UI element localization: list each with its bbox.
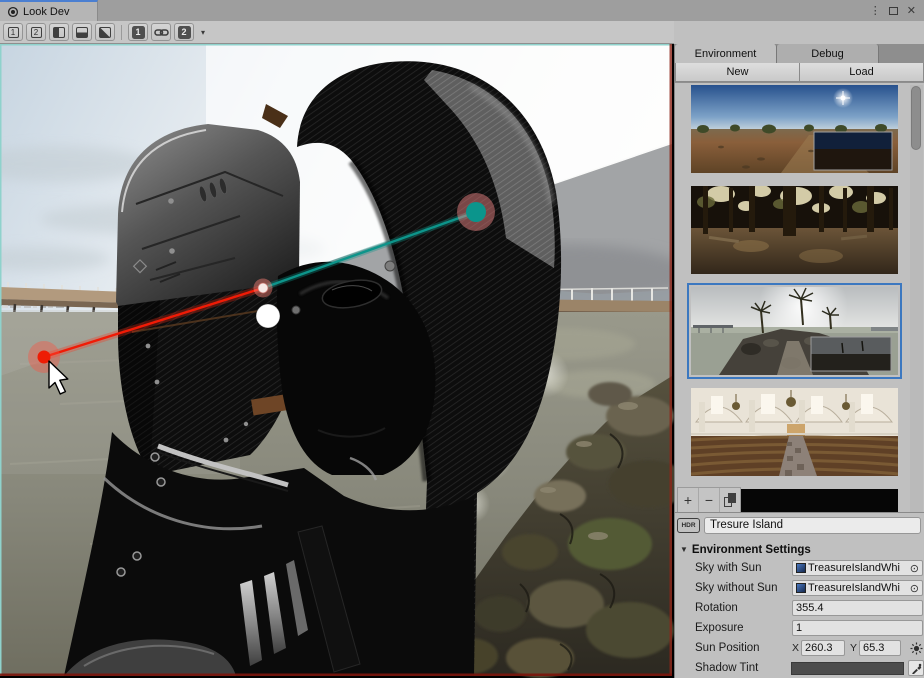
maximize-icon[interactable] <box>889 7 898 15</box>
foldout-triangle-icon: ▼ <box>680 545 688 554</box>
hdri-list: + − <box>675 83 924 513</box>
environment-name-row: HDR Tresure Island <box>675 513 924 538</box>
eyedropper-button[interactable] <box>908 660 924 676</box>
hdri-thumbnail-sunny-field[interactable] <box>691 85 898 173</box>
view-side-by-side-button[interactable] <box>49 23 69 41</box>
camera1-icon: 1 <box>132 26 145 39</box>
load-button[interactable]: Load <box>800 63 924 81</box>
single1-icon: 1 <box>8 27 19 38</box>
sun-position-y-field[interactable]: 65.3 <box>859 640 901 656</box>
x-axis-label: X <box>792 642 801 654</box>
white-sphere-gizmo[interactable] <box>256 304 280 328</box>
tab-look-dev[interactable]: Look Dev <box>0 0 98 21</box>
environment-panel: Environment Debug New Load <box>674 44 924 678</box>
lookdev-viewport[interactable] <box>0 44 674 678</box>
link-icon <box>154 27 169 38</box>
viewport-border-top <box>0 44 672 46</box>
titlebar: Look Dev ⋮ ✕ <box>0 0 924 21</box>
thumbnail-inset <box>811 337 891 371</box>
panel-tabs: Environment Debug <box>675 44 924 63</box>
texture-icon <box>796 583 806 593</box>
duplicate-environment-button[interactable] <box>720 488 740 512</box>
duplicate-icon <box>724 493 736 507</box>
hdri-list-toolbar: + − <box>677 487 741 512</box>
object-picker-icon[interactable]: ⊙ <box>910 582 919 595</box>
environment-settings: ▼ Environment Settings Sky with Sun Trea… <box>675 538 924 678</box>
scrollbar-thumb[interactable] <box>911 86 921 150</box>
window-controls: ⋮ ✕ <box>870 0 924 21</box>
toolbar-separator <box>121 25 122 40</box>
sky-with-sun-field[interactable]: TreasureIslandWhi ⊙ <box>792 560 923 576</box>
rotation-field[interactable]: 355.4 <box>792 600 923 616</box>
window-menu-icon[interactable]: ⋮ <box>870 4 880 17</box>
environment-settings-header[interactable]: ▼ Environment Settings <box>675 541 924 558</box>
hdri-thumbnail-forest[interactable] <box>691 186 898 274</box>
hdr-badge-icon: HDR <box>677 518 700 533</box>
thumbnail-inset <box>814 132 892 170</box>
eyedropper-icon <box>911 663 922 674</box>
object-picker-icon[interactable]: ⊙ <box>910 562 919 575</box>
sun-icon <box>910 642 923 655</box>
link-cameras-button[interactable] <box>151 23 171 41</box>
new-button[interactable]: New <box>675 63 800 81</box>
hdri-thumbnail-church-interior[interactable] <box>691 388 898 476</box>
sun-position-x-field[interactable]: 260.3 <box>801 640 845 656</box>
exposure-row: Exposure 1 <box>675 618 924 638</box>
view-single1-button[interactable]: 1 <box>3 23 23 41</box>
rotation-row: Rotation 355.4 <box>675 598 924 618</box>
split-diagonal-icon <box>99 27 111 38</box>
tab-debug[interactable]: Debug <box>777 44 879 63</box>
separator-teal-handle[interactable] <box>466 202 486 222</box>
hdri-thumbnail-treasure-island[interactable] <box>691 287 898 375</box>
y-axis-label: Y <box>850 642 859 654</box>
sun-position-picker-button[interactable] <box>908 640 924 656</box>
camera2-button[interactable]: 2 <box>174 23 194 41</box>
lookdev-window: Look Dev ⋮ ✕ 1 2 1 <box>0 0 924 678</box>
window-title: Look Dev <box>23 6 69 18</box>
single2-icon: 2 <box>31 27 42 38</box>
lookdev-toolbar: 1 2 1 2 ▾ <box>0 21 674 44</box>
plus-icon: + <box>684 492 692 508</box>
environment-name-field[interactable]: Tresure Island <box>704 517 921 534</box>
view-split-zone-button[interactable] <box>95 23 115 41</box>
viewport-render <box>0 44 674 678</box>
tab-environment[interactable]: Environment <box>675 44 777 63</box>
camera1-button[interactable]: 1 <box>128 23 148 41</box>
view-single2-button[interactable]: 2 <box>26 23 46 41</box>
sky-without-sun-field[interactable]: TreasureIslandWhi ⊙ <box>792 580 923 596</box>
shadow-tint-row: Shadow Tint <box>675 658 924 678</box>
split-vertical-icon <box>53 27 65 38</box>
env-library-actions: New Load <box>675 63 924 82</box>
sun-position-row: Sun Position X 260.3 Y 65.3 <box>675 638 924 658</box>
camera-dropdown-arrow-icon[interactable]: ▾ <box>197 28 209 37</box>
sky-without-sun-row: Sky without Sun TreasureIslandWhi ⊙ <box>675 578 924 598</box>
close-icon[interactable]: ✕ <box>907 4 916 17</box>
lookdev-eye-icon <box>7 6 19 18</box>
remove-environment-button[interactable]: − <box>699 488 720 512</box>
camera2-icon: 2 <box>178 26 191 39</box>
minus-icon: − <box>705 492 713 508</box>
sky-with-sun-row: Sky with Sun TreasureIslandWhi ⊙ <box>675 558 924 578</box>
shadow-tint-color-swatch[interactable] <box>791 662 904 675</box>
exposure-field[interactable]: 1 <box>792 620 923 636</box>
texture-icon <box>796 563 806 573</box>
separator-midpoint-handle[interactable] <box>258 283 268 293</box>
view-split-horizontal-button[interactable] <box>72 23 92 41</box>
hdri-list-scrollbar[interactable] <box>910 85 923 513</box>
split-horizontal-icon <box>76 27 88 38</box>
add-environment-button[interactable]: + <box>678 488 699 512</box>
